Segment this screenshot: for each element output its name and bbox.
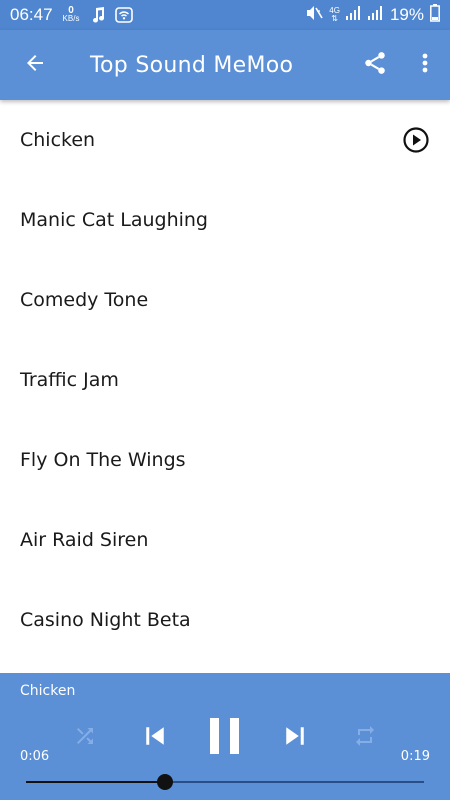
data-arrows-icon: ⇅ (331, 14, 338, 23)
battery-percent: 19% (389, 5, 424, 24)
skip-previous-icon (140, 721, 170, 755)
seek-progress (26, 781, 166, 783)
app-bar: Top Sound MeMoo (0, 30, 450, 100)
status-bar: 06:47 0 KB/s 4G ⇅ 19% (0, 0, 450, 30)
play-circle-icon[interactable] (402, 126, 430, 154)
sound-label: Casino Night Beta (20, 609, 191, 631)
sound-label: Comedy Tone (20, 289, 149, 311)
shuffle-button[interactable] (70, 713, 100, 763)
elapsed-time: 0:06 (20, 749, 50, 764)
app-bar-actions (350, 30, 450, 100)
net-speed: 0 KB/s (62, 6, 80, 23)
now-playing-title: Chicken (20, 683, 76, 699)
total-time: 0:19 (400, 749, 430, 764)
list-item[interactable]: Chicken (0, 100, 450, 180)
net-speed-unit: KB/s (62, 14, 80, 23)
seek-thumb[interactable] (157, 774, 174, 790)
repeat-icon (353, 724, 377, 752)
back-button[interactable] (0, 30, 70, 100)
list-item[interactable]: Traffic Jam (0, 340, 450, 420)
wifi-box-icon (115, 7, 134, 23)
page-title: Top Sound MeMoo (90, 52, 294, 78)
shuffle-icon (73, 724, 97, 752)
list-item[interactable]: Fly On The Wings (0, 420, 450, 500)
status-right: 4G ⇅ 19% (305, 3, 440, 27)
music-note-icon (91, 7, 105, 23)
signal-icon (345, 5, 362, 25)
repeat-button[interactable] (350, 713, 380, 763)
player-controls (0, 713, 450, 763)
list-item[interactable]: Manic Cat Laughing (0, 180, 450, 260)
more-options-button[interactable] (400, 30, 450, 100)
list-item[interactable]: Comedy Tone (0, 260, 450, 340)
list-item[interactable]: Air Raid Siren (0, 500, 450, 580)
seek-bar[interactable] (26, 774, 424, 790)
sound-label: Fly On The Wings (20, 449, 186, 471)
skip-next-icon (280, 721, 310, 755)
battery-icon (430, 3, 440, 27)
more-vert-icon (421, 51, 429, 79)
sound-label: Manic Cat Laughing (20, 209, 208, 231)
list-item[interactable]: Casino Night Beta (0, 580, 450, 660)
sound-label: Traffic Jam (20, 369, 119, 391)
share-icon (362, 50, 388, 80)
sound-list: Chicken Manic Cat Laughing Comedy Tone T… (0, 100, 450, 673)
player-bar: Chicken 0:06 0:19 (0, 673, 450, 800)
next-button[interactable] (278, 713, 312, 763)
arrow-left-icon (23, 51, 47, 79)
signal-icon-2 (367, 5, 384, 25)
network-type: 4G ⇅ (329, 7, 340, 23)
previous-button[interactable] (138, 713, 172, 763)
pause-icon (208, 716, 242, 760)
mute-icon (305, 5, 323, 26)
share-button[interactable] (350, 30, 400, 100)
sound-label: Air Raid Siren (20, 529, 149, 551)
status-time: 06:47 (10, 5, 53, 24)
pause-button[interactable] (200, 713, 250, 763)
sound-label: Chicken (20, 129, 96, 151)
